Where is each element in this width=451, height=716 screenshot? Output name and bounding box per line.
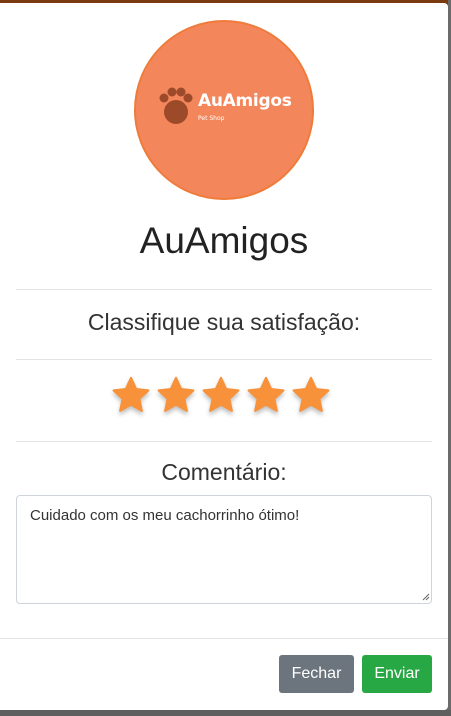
brand-logo: AuAmigos Pet Shop — [134, 20, 314, 200]
send-button[interactable]: Enviar — [362, 655, 432, 693]
logo-tagline: Pet Shop — [198, 115, 225, 122]
comment-textarea[interactable]: Cuidado com os meu cachorrinho ótimo! — [16, 495, 432, 604]
modal-title: AuAmigos — [139, 220, 309, 261]
divider — [16, 441, 432, 442]
divider — [16, 289, 432, 290]
logo-brand-name: AuAmigos — [198, 91, 292, 111]
resize-grip-icon[interactable] — [422, 593, 430, 601]
star-icon[interactable] — [290, 373, 332, 417]
star-icon[interactable] — [110, 373, 152, 417]
star-rating[interactable] — [110, 373, 340, 423]
rating-modal: AuAmigos Pet Shop AuAmigos Classifique s… — [0, 3, 448, 710]
backdrop-bottom — [0, 710, 451, 716]
paw-icon — [159, 87, 193, 124]
divider — [16, 359, 432, 360]
close-button[interactable]: Fechar — [279, 655, 354, 693]
star-icon[interactable] — [245, 373, 287, 417]
star-icon[interactable] — [155, 373, 197, 417]
footer-divider — [0, 638, 448, 639]
star-icon[interactable] — [200, 373, 242, 417]
comment-label: Comentário: — [161, 459, 287, 485]
rating-label: Classifique sua satisfação: — [87, 309, 361, 335]
